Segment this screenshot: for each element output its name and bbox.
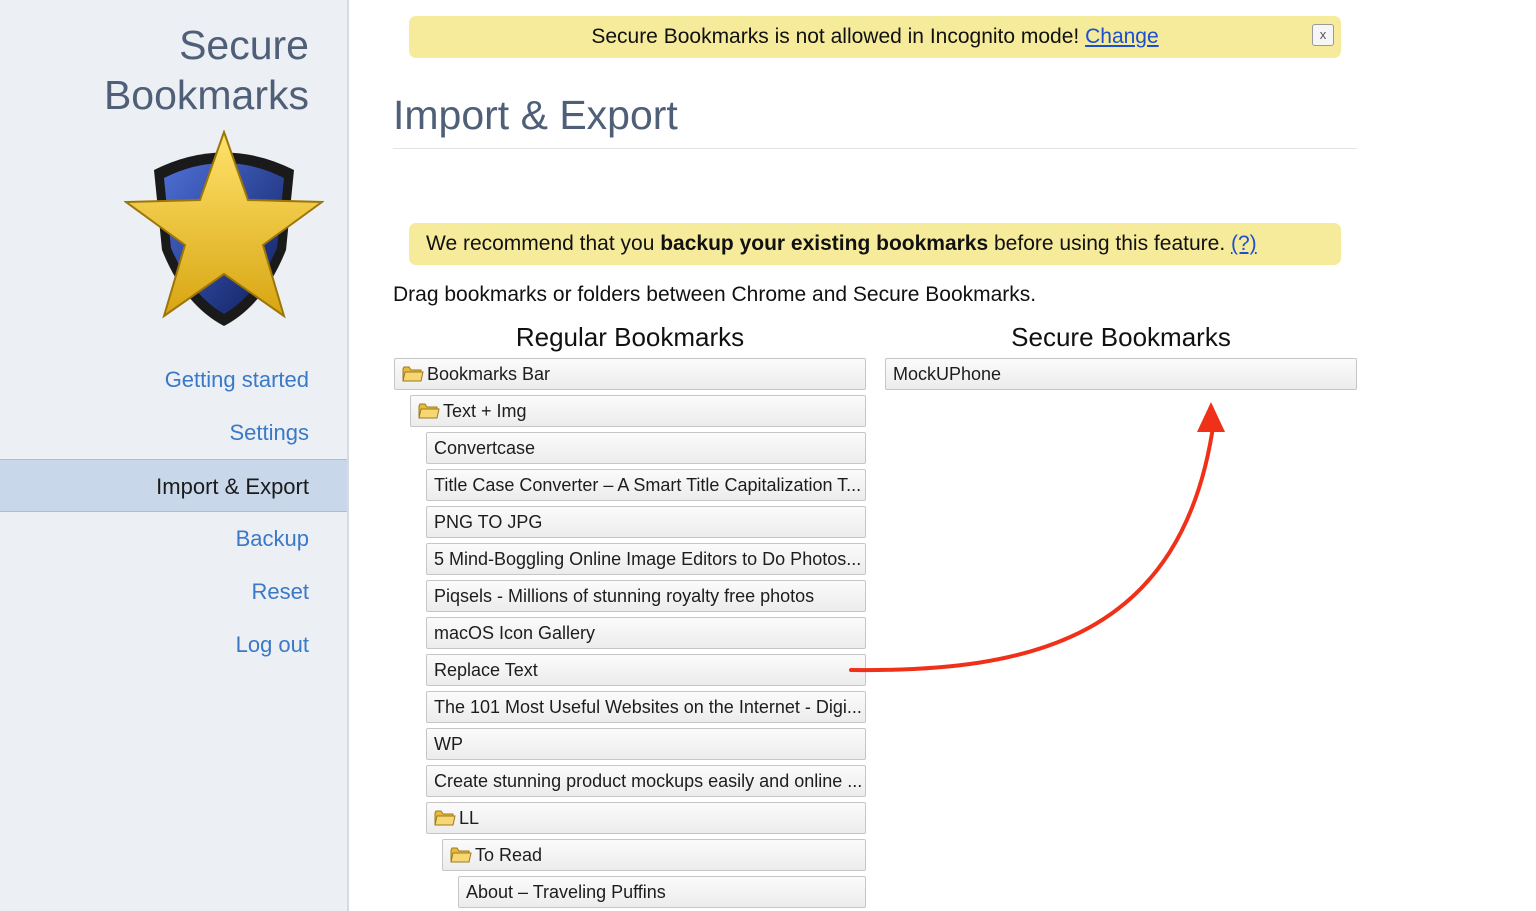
bookmark-folder[interactable]: LL: [426, 802, 866, 834]
change-link[interactable]: Change: [1085, 25, 1159, 48]
page-title: Import & Export: [393, 92, 678, 138]
app-title-line1: Secure: [179, 22, 309, 68]
bookmark-label: Title Case Converter – A Smart Title Cap…: [434, 475, 862, 495]
secure-bookmark-item[interactable]: MockUPhone: [885, 358, 1357, 390]
bookmark-label: The 101 Most Useful Websites on the Inte…: [434, 697, 862, 717]
bookmark-item[interactable]: Create stunning product mockups easily a…: [426, 765, 866, 797]
bookmark-label: Replace Text: [434, 660, 538, 680]
bookmark-label: Text + Img: [443, 401, 527, 421]
close-notice-button[interactable]: x: [1312, 24, 1334, 46]
star-shield-logo-icon: [124, 130, 324, 326]
nav-settings[interactable]: Settings: [0, 406, 347, 459]
folder-icon: [418, 403, 440, 419]
nav-log-out[interactable]: Log out: [0, 618, 347, 671]
bookmark-label: Create stunning product mockups easily a…: [434, 771, 863, 791]
secure-bookmarks-heading: Secure Bookmarks: [1011, 322, 1231, 352]
folder-icon: [434, 810, 456, 826]
sidebar: Secure Bookmarks Getting started Setting…: [0, 0, 349, 911]
bookmark-item[interactable]: PNG TO JPG: [426, 506, 866, 538]
app-title: Secure Bookmarks: [104, 20, 309, 120]
sidebar-nav: Getting started Settings Import & Export…: [0, 353, 347, 671]
recommend-text-pre: We recommend that you: [426, 232, 661, 255]
bookmark-label: Bookmarks Bar: [427, 364, 551, 384]
folder-icon: [402, 366, 424, 382]
bookmark-item[interactable]: macOS Icon Gallery: [426, 617, 866, 649]
nav-getting-started[interactable]: Getting started: [0, 353, 347, 406]
bookmark-label: Piqsels - Millions of stunning royalty f…: [434, 586, 815, 606]
main-content: Secure Bookmarks is not allowed in Incog…: [349, 0, 1536, 911]
incognito-notice-text: Secure Bookmarks is not allowed in Incog…: [591, 25, 1086, 48]
bookmark-item[interactable]: Replace Text: [426, 654, 866, 686]
bookmark-label: About – Traveling Puffins: [466, 882, 666, 902]
bookmark-label: WP: [434, 734, 463, 754]
bookmark-folder[interactable]: Bookmarks Bar: [394, 358, 866, 390]
bookmark-label: Convertcase: [434, 438, 536, 458]
bookmark-label: 5 Mind-Boggling Online Image Editors to …: [434, 549, 862, 569]
recommend-text-post: before using this feature.: [988, 232, 1231, 255]
bookmark-label: macOS Icon Gallery: [434, 623, 596, 643]
bookmark-item[interactable]: WP: [426, 728, 866, 760]
nav-reset[interactable]: Reset: [0, 565, 347, 618]
bookmark-item[interactable]: Piqsels - Millions of stunning royalty f…: [426, 580, 866, 612]
bookmark-label: LL: [459, 808, 480, 828]
bookmark-label: MockUPhone: [893, 364, 1002, 384]
incognito-notice: Secure Bookmarks is not allowed in Incog…: [409, 16, 1341, 58]
bookmark-label: To Read: [475, 845, 543, 865]
bookmark-label: PNG TO JPG: [434, 512, 543, 532]
folder-icon: [450, 847, 472, 863]
bookmark-folder[interactable]: Text + Img: [410, 395, 866, 427]
bookmark-item[interactable]: 5 Mind-Boggling Online Image Editors to …: [426, 543, 866, 575]
app-title-line2: Bookmarks: [103, 72, 309, 118]
help-link[interactable]: (?): [1231, 232, 1257, 255]
drag-instruction: Drag bookmarks or folders between Chrome…: [393, 283, 1037, 306]
backup-recommendation-notice: We recommend that you backup your existi…: [409, 223, 1341, 265]
bookmark-folder[interactable]: To Read: [442, 839, 866, 871]
bookmark-item[interactable]: The 101 Most Useful Websites on the Inte…: [426, 691, 866, 723]
bookmark-item[interactable]: About – Traveling Puffins: [458, 876, 866, 908]
nav-backup[interactable]: Backup: [0, 512, 347, 565]
bookmark-item[interactable]: Convertcase: [426, 432, 866, 464]
title-divider: [393, 148, 1357, 149]
recommend-text-bold: backup your existing bookmarks: [660, 232, 989, 255]
nav-import-export[interactable]: Import & Export: [0, 459, 347, 512]
bookmark-item[interactable]: Title Case Converter – A Smart Title Cap…: [426, 469, 866, 501]
regular-bookmarks-heading: Regular Bookmarks: [515, 322, 745, 352]
